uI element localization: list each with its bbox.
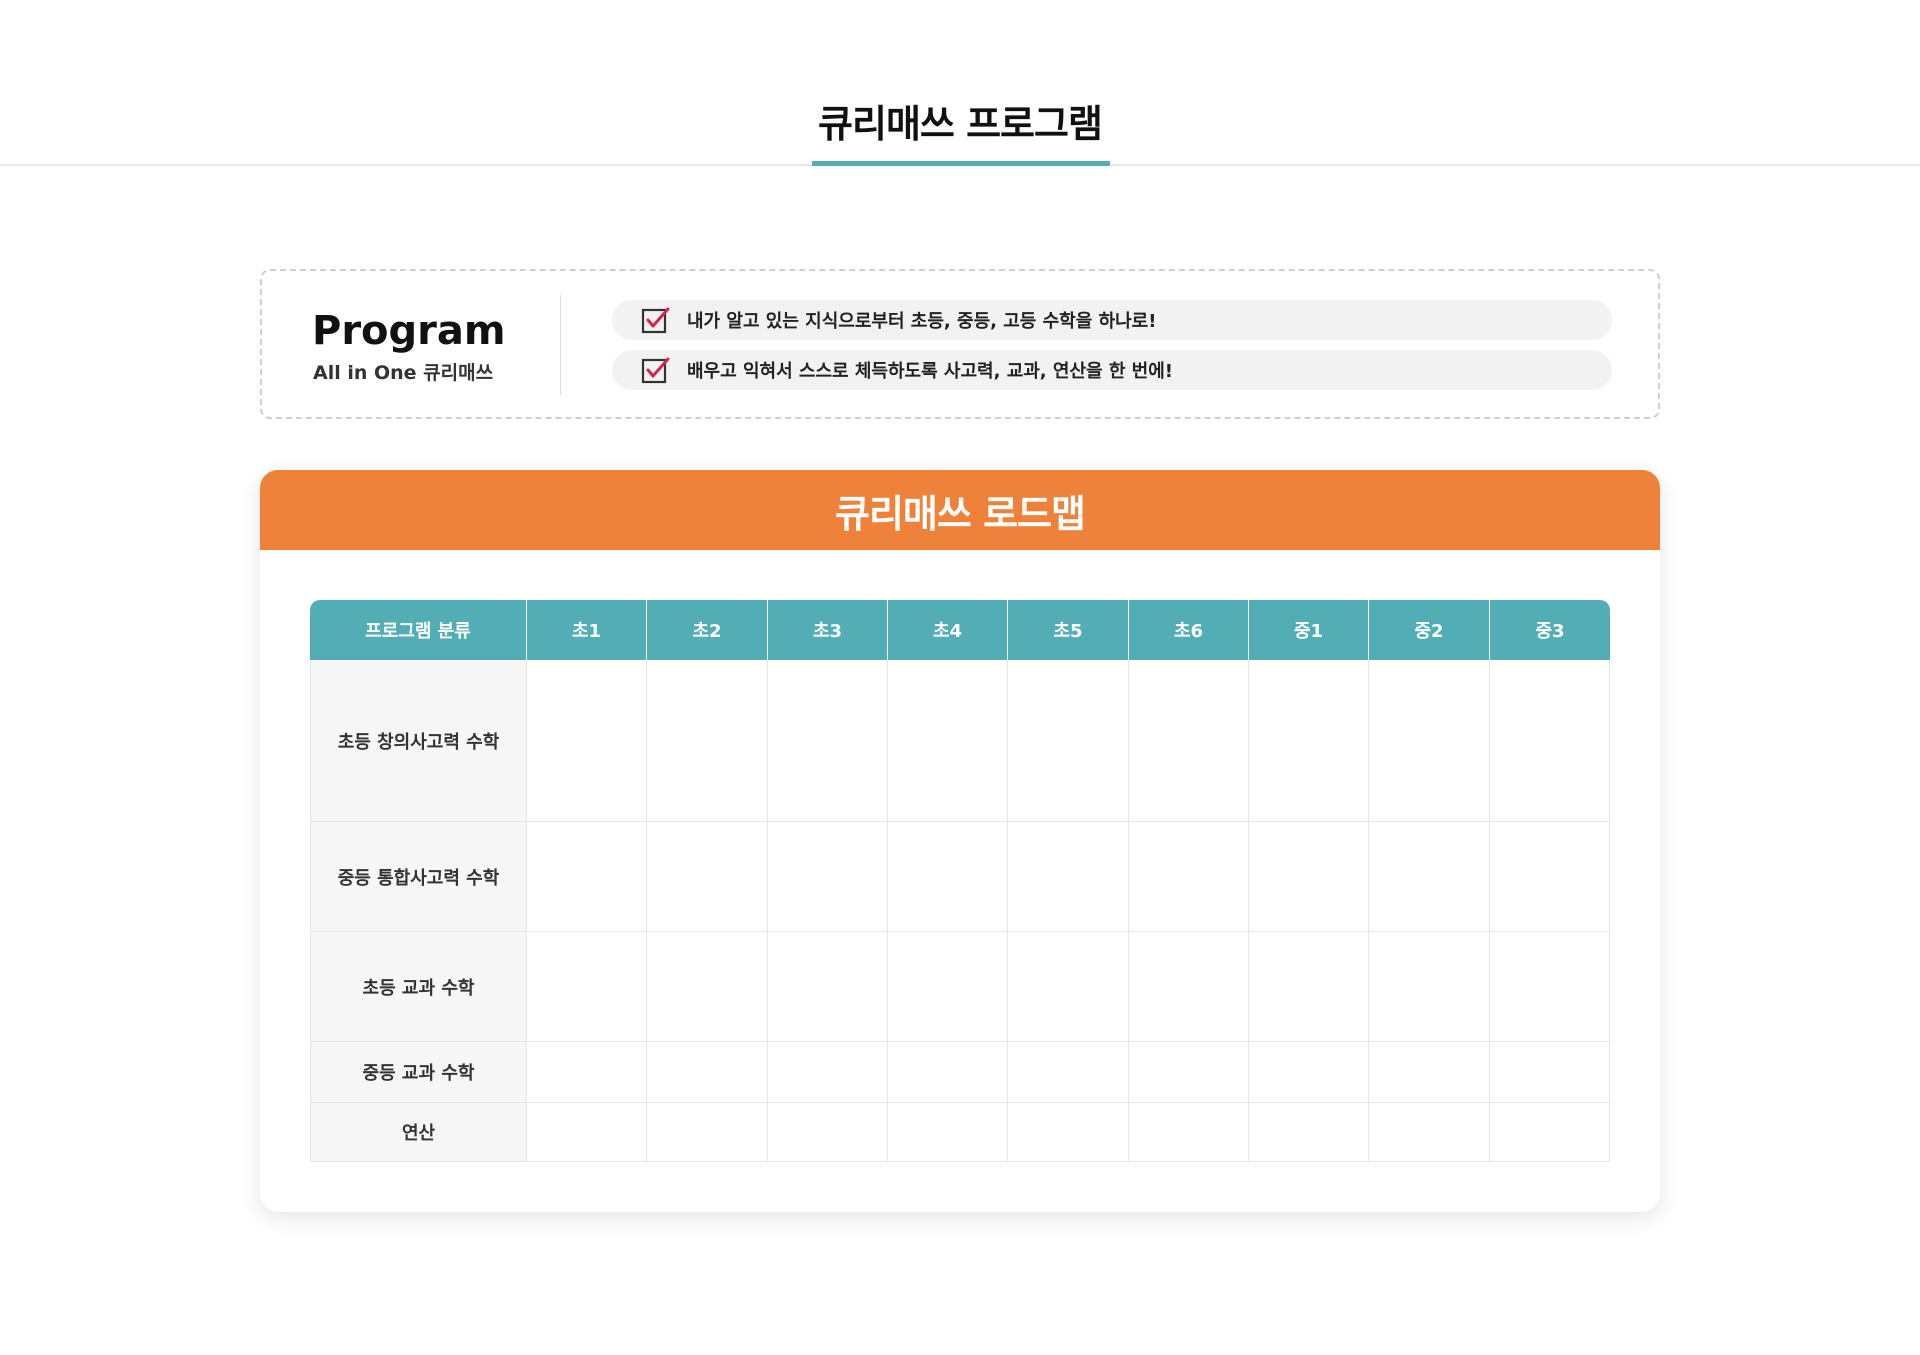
page-title: 큐리매쓰 프로그램	[818, 102, 1103, 146]
table-cell	[527, 822, 647, 932]
table-cell	[1249, 822, 1369, 932]
roadmap-table: 프로그램 분류 초1 초2 초3 초4 초5 초6 중1 중2 중3 초등 창의…	[310, 600, 1610, 1162]
table-row: 중등 통합사고력 수학	[310, 822, 1610, 932]
row-label: 중등 통합사고력 수학	[310, 822, 527, 932]
program-subheading: All in One 큐리매쓰	[313, 362, 494, 384]
page: 큐리매쓰 프로그램 Program All in One 큐리매쓰 내가 알고 …	[0, 0, 1920, 1355]
table-cell	[1490, 1042, 1610, 1103]
table-cell	[768, 1103, 888, 1162]
feature-text: 배우고 익혀서 스스로 체득하도록 사고력, 교과, 연산을 한 번에!	[687, 361, 1174, 382]
table-cell	[527, 1042, 647, 1103]
table-cell	[888, 1103, 1008, 1162]
feature-item: 배우고 익혀서 스스로 체득하도록 사고력, 교과, 연산을 한 번에!	[612, 350, 1612, 390]
program-divider	[560, 295, 561, 395]
roadmap-card: 큐리매쓰 로드맵 프로그램 분류 초1 초2 초3 초4 초5 초6 중1 중2…	[260, 470, 1660, 1212]
table-cell	[1249, 1042, 1369, 1103]
table-cell	[1129, 660, 1249, 822]
table-cell	[1008, 660, 1129, 822]
column-header-grade: 초4	[888, 600, 1008, 660]
table-cell	[1249, 660, 1369, 822]
table-cell	[647, 1103, 768, 1162]
column-header-grade: 초1	[527, 600, 647, 660]
table-cell	[1369, 932, 1490, 1042]
roadmap-title: 큐리매쓰 로드맵	[835, 491, 1086, 536]
column-header-grade: 초3	[768, 600, 888, 660]
column-header-grade: 중2	[1369, 600, 1490, 660]
column-header-grade: 초2	[647, 600, 768, 660]
row-label: 초등 교과 수학	[310, 932, 527, 1042]
table-cell	[647, 932, 768, 1042]
table-cell	[1249, 1103, 1369, 1162]
table-cell	[1369, 1042, 1490, 1103]
feature-text: 내가 알고 있는 지식으로부터 초등, 중등, 고등 수학을 하나로!	[687, 311, 1157, 332]
column-header-grade: 초5	[1008, 600, 1129, 660]
row-label: 중등 교과 수학	[310, 1042, 527, 1103]
row-label: 초등 창의사고력 수학	[310, 660, 527, 822]
column-header-category: 프로그램 분류	[310, 600, 527, 660]
table-cell	[1369, 822, 1490, 932]
row-label: 연산	[310, 1103, 527, 1162]
table-cell	[768, 660, 888, 822]
table-cell	[527, 1103, 647, 1162]
table-cell	[768, 932, 888, 1042]
table-cell	[888, 932, 1008, 1042]
table-row: 중등 교과 수학	[310, 1042, 1610, 1103]
table-cell	[1369, 660, 1490, 822]
table-cell	[1129, 1103, 1249, 1162]
roadmap-header: 큐리매쓰 로드맵	[260, 470, 1660, 550]
table-cell	[1490, 1103, 1610, 1162]
table-cell	[888, 1042, 1008, 1103]
table-row: 초등 창의사고력 수학	[310, 660, 1610, 822]
checkbox-checked-icon	[641, 356, 671, 384]
title-underline	[812, 161, 1110, 166]
table-cell	[1008, 1042, 1129, 1103]
table-cell	[888, 822, 1008, 932]
table-cell	[768, 1042, 888, 1103]
table-cell	[1490, 932, 1610, 1042]
checkbox-checked-icon	[641, 306, 671, 334]
table-header-row: 프로그램 분류 초1 초2 초3 초4 초5 초6 중1 중2 중3	[310, 600, 1610, 660]
table-cell	[1129, 932, 1249, 1042]
table-cell	[1249, 932, 1369, 1042]
table-cell	[1008, 822, 1129, 932]
column-header-grade: 중1	[1249, 600, 1369, 660]
column-header-grade: 중3	[1490, 600, 1610, 660]
table-cell	[1369, 1103, 1490, 1162]
feature-item: 내가 알고 있는 지식으로부터 초등, 중등, 고등 수학을 하나로!	[612, 300, 1612, 340]
table-cell	[768, 822, 888, 932]
table-cell	[647, 822, 768, 932]
table-cell	[647, 660, 768, 822]
table-cell	[1008, 1103, 1129, 1162]
program-box: Program All in One 큐리매쓰 내가 알고 있는 지식으로부터 …	[260, 269, 1660, 419]
table-cell	[1490, 822, 1610, 932]
table-cell	[647, 1042, 768, 1103]
title-bar: 큐리매쓰 프로그램	[0, 0, 1920, 166]
table-row: 초등 교과 수학	[310, 932, 1610, 1042]
table-cell	[527, 660, 647, 822]
column-header-grade: 초6	[1129, 600, 1249, 660]
table-row: 연산	[310, 1103, 1610, 1162]
table-cell	[527, 932, 647, 1042]
table-cell	[1129, 822, 1249, 932]
table-cell	[888, 660, 1008, 822]
table-cell	[1129, 1042, 1249, 1103]
table-cell	[1008, 932, 1129, 1042]
program-heading: Program	[312, 308, 506, 354]
table-cell	[1490, 660, 1610, 822]
